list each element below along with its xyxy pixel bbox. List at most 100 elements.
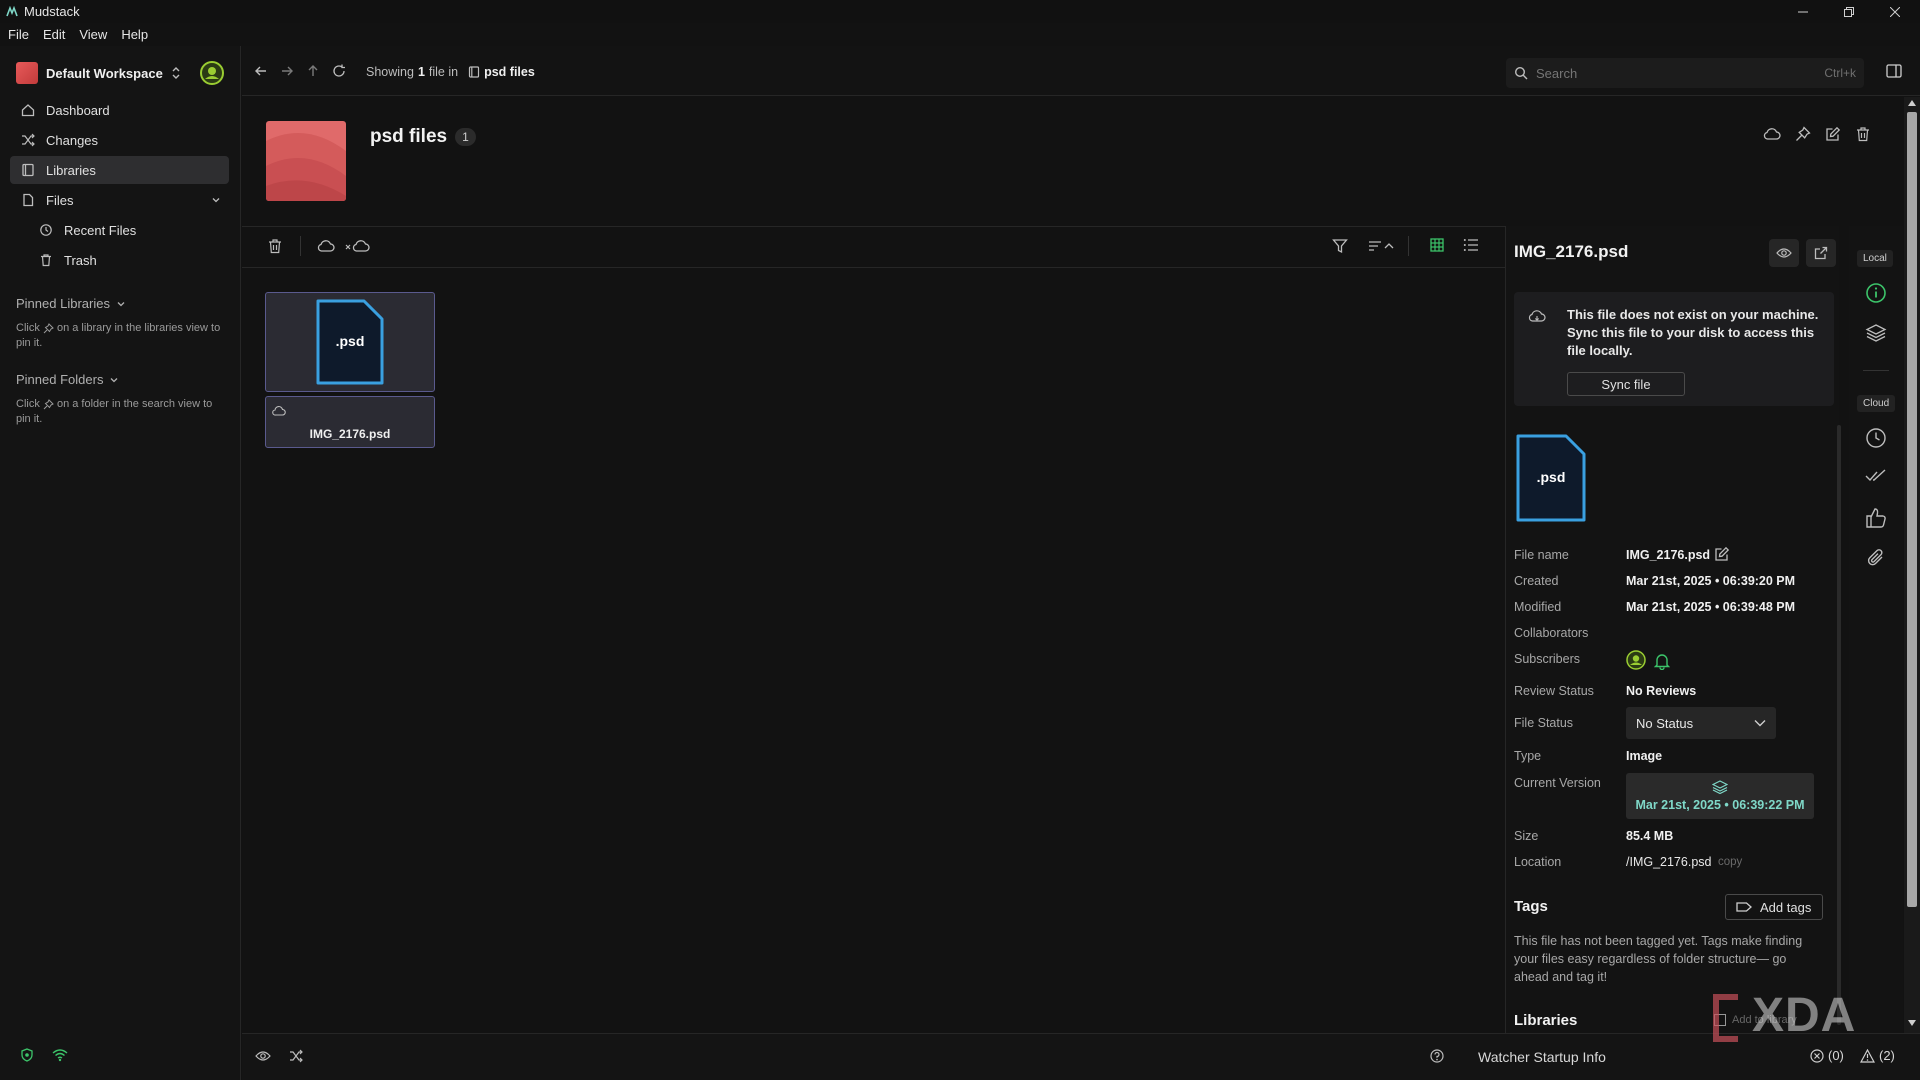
sidebar-item-label: Recent Files: [64, 222, 137, 238]
edit-icon[interactable]: [1825, 126, 1841, 142]
trash-icon[interactable]: [1855, 126, 1871, 142]
current-version-chip[interactable]: Mar 21st, 2025 • 06:39:22 PM: [1626, 773, 1814, 819]
prop-label-subscribers: Subscribers: [1514, 652, 1580, 666]
cloud-icon[interactable]: [1763, 126, 1781, 142]
hint-text: Click: [16, 398, 40, 410]
breadcrumb-suffix: file in: [428, 65, 459, 79]
clock-icon[interactable]: [1865, 427, 1887, 449]
menu-edit[interactable]: Edit: [43, 27, 65, 42]
library-name: psd files: [370, 126, 448, 147]
warning-triangle-icon: [1860, 1048, 1875, 1063]
open-external-button[interactable]: [1806, 239, 1836, 267]
sidebar-item-files[interactable]: Files: [10, 186, 229, 214]
menu-bar: File Edit View Help: [0, 23, 240, 46]
pinned-libraries-header[interactable]: Pinned Libraries: [16, 296, 126, 311]
search-shortcut: Ctrl+k: [1824, 66, 1856, 80]
shuffle-icon[interactable]: [289, 1049, 303, 1063]
list-view-icon[interactable]: [1463, 238, 1479, 252]
library-icon: [468, 66, 480, 78]
eye-icon[interactable]: [255, 1050, 271, 1062]
prop-value-review-status: No Reviews: [1626, 684, 1697, 698]
divider: [1863, 370, 1889, 371]
file-status-select[interactable]: No Status: [1626, 707, 1776, 739]
sidebar-item-dashboard[interactable]: Dashboard: [10, 96, 229, 124]
menu-help[interactable]: Help: [121, 27, 148, 42]
breadcrumb-location[interactable]: psd files: [484, 65, 535, 79]
layers-icon[interactable]: [1865, 323, 1887, 343]
error-count-value: (0): [1828, 1048, 1844, 1063]
copy-location-link[interactable]: copy: [1718, 856, 1742, 868]
shield-icon[interactable]: [20, 1048, 34, 1062]
user-avatar[interactable]: [200, 61, 224, 85]
menu-view[interactable]: View: [79, 27, 107, 42]
double-check-icon[interactable]: [1865, 468, 1887, 484]
help-icon[interactable]: [1430, 1049, 1444, 1063]
menu-file[interactable]: File: [8, 27, 29, 42]
sidebar-item-changes[interactable]: Changes: [10, 126, 229, 154]
cloud-off-icon[interactable]: [345, 238, 371, 254]
grid-view-icon[interactable]: [1430, 238, 1444, 252]
search-input[interactable]: [1536, 65, 1817, 81]
trash-icon[interactable]: [267, 238, 283, 254]
xda-logo-icon: [1710, 993, 1750, 1043]
add-tags-label: Add tags: [1760, 899, 1812, 915]
current-version-date: Mar 21st, 2025 • 06:39:22 PM: [1635, 798, 1805, 812]
rail-local-label: Local: [1857, 250, 1893, 267]
back-arrow-icon[interactable]: [254, 64, 268, 78]
warning-count[interactable]: (2): [1860, 1048, 1895, 1063]
sort-icon[interactable]: [1368, 238, 1396, 254]
sidebar-item-label: Changes: [46, 132, 99, 148]
pinned-folders-header[interactable]: Pinned Folders: [16, 372, 119, 387]
restore-icon[interactable]: [1826, 0, 1872, 23]
cloud-icon[interactable]: [317, 238, 335, 254]
filter-icon[interactable]: [1332, 238, 1348, 254]
search-bar[interactable]: Ctrl+k: [1506, 58, 1864, 88]
subscriber-avatar[interactable]: [1626, 650, 1646, 670]
scroll-down-icon[interactable]: [1908, 1020, 1916, 1026]
sidebar-item-recent-files[interactable]: Recent Files: [28, 216, 228, 244]
scroll-up-icon[interactable]: [1908, 100, 1916, 106]
sidebar-item-trash[interactable]: Trash: [28, 246, 228, 274]
library-thumbnail: [266, 121, 346, 201]
up-arrow-icon[interactable]: [306, 64, 320, 78]
thumbs-up-icon[interactable]: [1865, 507, 1887, 529]
libraries-title: Libraries: [1514, 1012, 1578, 1029]
section-title: Pinned Folders: [16, 372, 104, 387]
prop-label-current-version: Current Version: [1514, 776, 1601, 790]
minimize-icon[interactable]: [1780, 0, 1826, 23]
file-card-info[interactable]: IMG_2176.psd: [265, 396, 435, 448]
psd-file-icon: .psd: [1514, 432, 1588, 524]
error-count[interactable]: (0): [1810, 1048, 1844, 1063]
forward-arrow-icon[interactable]: [280, 64, 294, 78]
panel-toggle-icon[interactable]: [1886, 64, 1902, 78]
refresh-icon[interactable]: [332, 64, 346, 78]
close-icon[interactable]: [1872, 0, 1918, 23]
bell-icon[interactable]: [1654, 652, 1670, 670]
cloud-icon: [272, 405, 286, 417]
sync-file-button[interactable]: Sync file: [1567, 372, 1685, 396]
workspace-switcher[interactable]: Default Workspace: [16, 62, 181, 84]
sidebar-item-libraries[interactable]: Libraries: [10, 156, 229, 184]
file-count-badge: 1: [455, 128, 476, 146]
paperclip-icon[interactable]: [1865, 547, 1887, 569]
history-icon: [38, 222, 54, 238]
pin-icon[interactable]: [1795, 126, 1811, 142]
add-tags-button[interactable]: Add tags: [1725, 894, 1823, 920]
chevron-down-icon: [1754, 719, 1766, 727]
trash-icon: [38, 252, 54, 268]
edit-icon[interactable]: [1714, 546, 1730, 562]
details-scrollbar[interactable]: [1837, 425, 1841, 1025]
info-icon[interactable]: [1865, 282, 1887, 304]
chevron-down-icon: [116, 299, 126, 309]
hint-text: Click: [16, 322, 40, 334]
scroll-thumb[interactable]: [1907, 112, 1917, 907]
preview-button[interactable]: [1769, 239, 1799, 267]
wifi-icon[interactable]: [52, 1048, 68, 1062]
prop-value-file-name: IMG_2176.psd: [1626, 548, 1711, 562]
tag-icon: [1736, 901, 1752, 913]
chevron-down-icon[interactable]: [211, 195, 221, 205]
eye-icon: [1776, 247, 1792, 259]
watcher-startup-info[interactable]: Watcher Startup Info: [1478, 1049, 1606, 1065]
file-card-preview[interactable]: .psd: [265, 292, 435, 392]
cloud-download-icon: [1528, 309, 1546, 325]
